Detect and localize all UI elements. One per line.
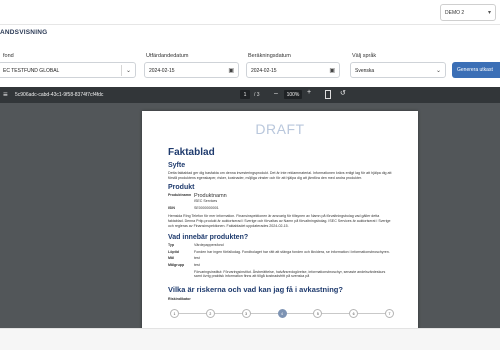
calc-date-value: 2024-02-15: [251, 68, 277, 74]
row-key: ISIN: [168, 205, 175, 210]
risk-label-row: Riskindikator: [168, 297, 392, 302]
document-title: Faktablad: [168, 147, 215, 158]
zoom-in-icon[interactable]: +: [307, 89, 311, 96]
chevron-down-icon: ▾: [487, 10, 491, 16]
row-value: SE0000000001: [194, 205, 219, 210]
calendar-icon[interactable]: ▣: [228, 67, 234, 74]
risk-scale-dot: 3: [241, 309, 251, 319]
isin-row: ISIN SE0000000001: [168, 206, 392, 211]
syfte-heading: Syfte: [168, 162, 186, 169]
footer: [0, 328, 500, 350]
risk-scale-dot: 1: [170, 309, 179, 319]
calc-date-input[interactable]: 2024-02-15 ▣: [246, 62, 340, 78]
language-select[interactable]: Svenska ⌄: [350, 62, 446, 78]
produkt-heading: Produkt: [168, 184, 195, 192]
row-value: Värdepappersfond: [194, 243, 224, 248]
row-value: test: [194, 262, 200, 267]
risk-scale-dot: 6: [349, 309, 359, 319]
chevron-down-icon: ⌄: [435, 68, 441, 74]
issue-date-value: 2024-02-15: [149, 68, 175, 74]
table-row: Löptid Fonden har ingen förfallodag. Fon…: [168, 250, 392, 255]
demo-select[interactable]: DEMO 2 ▾: [440, 4, 496, 21]
row-key: Produktnamn: [168, 193, 192, 198]
row-key: [168, 270, 194, 279]
risk-scale-dot: 2: [205, 309, 215, 319]
risk-scale-dot: 5: [313, 309, 323, 319]
product-row: Produktnamn Produktnamn ISEC Services: [168, 193, 392, 204]
row-key: Löptid: [168, 249, 179, 254]
demo-select-value: DEMO 2: [445, 10, 465, 16]
pdf-viewer: ≡ 5c906adc-cabd-43c1-9f58-8374f7cf4fdc 1…: [0, 87, 500, 328]
row-value: Fonden har ingen förfallodag. Fondbolage…: [194, 249, 390, 254]
page-total: / 3: [254, 92, 260, 98]
row-key: Mål: [168, 256, 174, 261]
table-row: Målgrupp test: [168, 263, 392, 268]
row-key: Målgrupp: [168, 262, 185, 267]
pdf-file-name: 5c906adc-cabd-43c1-9f58-8374f7cf4fdc: [15, 92, 104, 98]
product-issuer: ISEC Services: [194, 199, 218, 204]
calendar-icon[interactable]: ▣: [329, 67, 335, 74]
table-row: Förvaringsinstitut: Förvaringsinstitut. …: [168, 270, 392, 279]
row-value: Produktnamn ISEC Services: [194, 193, 392, 204]
page-number-input[interactable]: 1: [240, 90, 250, 99]
table-row: Mål test: [168, 256, 392, 261]
fund-select-value: EC TESTFUND GLOBAL: [3, 68, 60, 74]
pdf-page: DRAFT Faktablad Syfte Detta faktablad ge…: [142, 111, 418, 328]
produkt-text: Hemsida Ring Telefon för mer information…: [168, 214, 391, 228]
risk-scale: 1 2 3 4 5 6 7: [168, 309, 394, 319]
language-select-value: Svenska: [355, 68, 375, 74]
top-bar: DEMO 2 ▾: [0, 0, 500, 25]
risk-heading: Vilka är riskerna och vad kan jag få i a…: [168, 284, 343, 294]
select-separator: [121, 65, 122, 76]
section-title: ANDSVISNING: [0, 29, 48, 36]
row-value: Förvaringsinstitut: Förvaringsinstitut. …: [194, 269, 386, 279]
fit-page-icon[interactable]: [325, 90, 331, 99]
calc-date-label: Beräkningsdatum: [248, 53, 291, 59]
issue-date-input[interactable]: 2024-02-15 ▣: [144, 62, 239, 78]
menu-icon[interactable]: ≡: [3, 90, 8, 99]
row-key: Typ: [168, 243, 175, 248]
draft-watermark: DRAFT: [255, 121, 305, 137]
language-label: Välj språk: [352, 53, 377, 59]
generate-draft-button[interactable]: Generera utkast: [452, 62, 500, 78]
issue-date-label: Utfärdandedatum: [146, 53, 189, 59]
vad-heading: Vad innebär produkten?: [168, 234, 249, 242]
fund-select[interactable]: EC TESTFUND GLOBAL ⌄: [0, 62, 136, 78]
zoom-level[interactable]: 100%: [284, 90, 302, 99]
chevron-down-icon: ⌄: [125, 68, 131, 74]
rotate-icon[interactable]: ↺: [340, 89, 346, 97]
fund-label: fond: [3, 53, 14, 59]
zoom-out-icon[interactable]: –: [274, 90, 278, 97]
risk-scale-dot: 7: [385, 309, 394, 319]
risk-scale-dot: 4: [277, 309, 287, 319]
risk-label: Riskindikator: [168, 296, 191, 301]
table-row: Typ Värdepappersfond: [168, 243, 392, 248]
syfte-text: Detta faktablad ger dig basfakta om denn…: [168, 171, 392, 180]
pdf-toolbar: ≡ 5c906adc-cabd-43c1-9f58-8374f7cf4fdc 1…: [0, 87, 500, 103]
row-value: test: [194, 256, 200, 261]
